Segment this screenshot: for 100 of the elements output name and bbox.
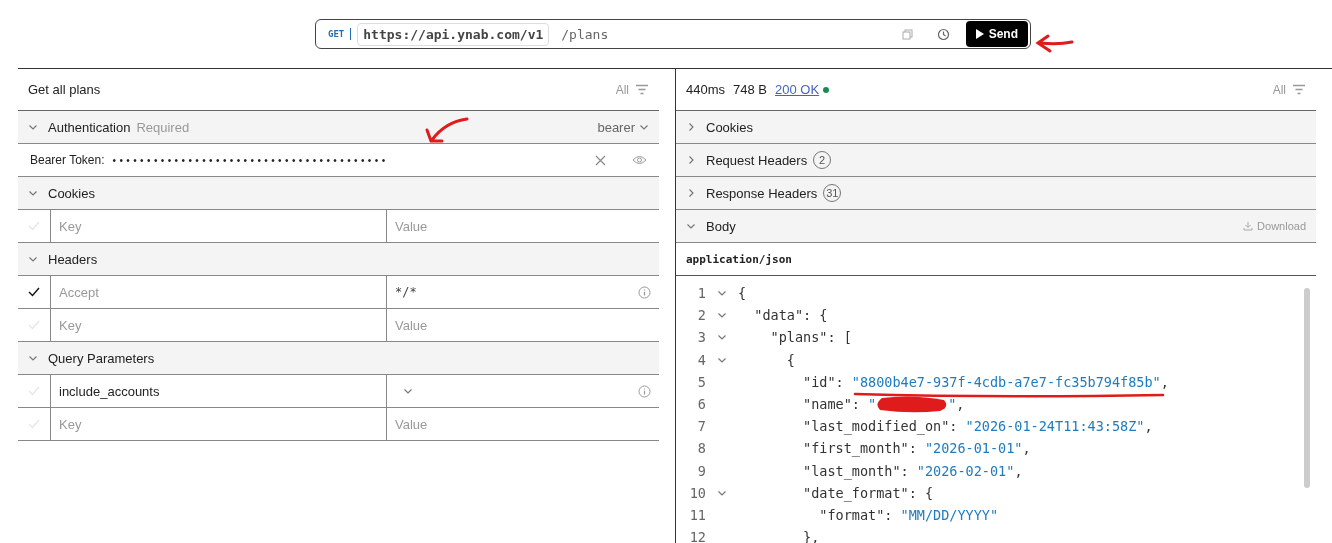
value-field[interactable]: Value (395, 416, 651, 432)
section-title: Body (706, 218, 736, 234)
json-punctuation: : (835, 373, 845, 390)
json-punctuation: : { (908, 484, 934, 501)
method-label[interactable]: GET (328, 29, 345, 39)
json-key: "last_modified_on" (738, 418, 950, 435)
json-punctuation: , (1022, 440, 1031, 457)
chevron-icon (686, 122, 696, 132)
json-string: "8800b4e7-937f-4cdb-a7e7-fc35b794f85b" (851, 373, 1161, 390)
section-header[interactable]: Headers (18, 243, 659, 276)
json-string: " (868, 396, 877, 413)
filter-icon (635, 84, 649, 95)
json-string: " (948, 396, 957, 413)
json-punctuation: : (884, 506, 894, 523)
json-key: "format" (738, 506, 885, 523)
json-string: "2026-01-01" (924, 440, 1023, 457)
caret-icon (639, 122, 649, 132)
scrollbar[interactable] (1304, 288, 1310, 488)
annotation-arrow (1036, 34, 1074, 53)
required-label: Required (136, 119, 190, 135)
chevron-icon (686, 188, 696, 198)
line-number: 5 (696, 373, 706, 390)
chevron-icon (686, 155, 696, 165)
response-size: 748 B (733, 82, 767, 97)
section-header[interactable]: Response Headers 31 (676, 177, 1316, 210)
json-punctuation: : { (803, 307, 828, 324)
section-title: Authentication (48, 119, 131, 135)
filter-icon (1292, 84, 1306, 95)
copy-icon[interactable] (901, 28, 913, 40)
line-number: 7 (696, 418, 706, 435)
key-field[interactable]: Key (59, 416, 378, 432)
json-punctuation: : (949, 418, 959, 435)
header-value[interactable]: */* (395, 285, 638, 299)
line-number: 6 (696, 396, 706, 413)
token-field[interactable]: •••••••••••••••••••••••••••••••••••••••• (112, 154, 587, 166)
value-field[interactable]: Value (395, 218, 651, 234)
json-punctuation: , (1144, 418, 1153, 435)
url-bar[interactable]: GET https://api.ynab.com/v1 /plans Send (315, 19, 1031, 49)
chevron-icon (28, 188, 38, 198)
section-header[interactable]: Authentication Required bearer (18, 111, 659, 144)
json-string: "2026-01-24T11:43:58Z" (965, 418, 1145, 435)
section-header[interactable]: Query Parameters (18, 342, 659, 375)
line-number: 1 (696, 285, 706, 302)
line-number: 11 (688, 506, 706, 523)
key-field[interactable]: Key (59, 317, 378, 333)
json-punctuation: : (851, 396, 861, 413)
json-key: "last_month" (738, 462, 901, 479)
checkbox[interactable] (28, 287, 40, 297)
status-dot (823, 86, 830, 93)
base-url[interactable]: https://api.ynab.com/v1 (357, 22, 550, 46)
chevron-icon (28, 254, 38, 264)
json-key: "plans" (738, 329, 828, 346)
chevron-icon (28, 353, 38, 363)
line-number: 9 (696, 462, 706, 479)
section-header[interactable]: Cookies (18, 177, 659, 210)
json-punctuation: , (956, 396, 965, 413)
json-punctuation: : (908, 440, 918, 457)
section-title: Response Headers (706, 185, 818, 201)
section-title: Headers (48, 251, 98, 267)
download-icon (1243, 221, 1254, 231)
chevron-icon (686, 221, 696, 231)
content-type: application/json (686, 252, 792, 266)
section-title: Query Parameters (48, 350, 155, 366)
json-string: "MM/DD/YYYY" (900, 506, 999, 523)
key-field[interactable]: Key (59, 218, 378, 234)
json-key: "id" (738, 373, 836, 390)
status-link[interactable]: 200 OK (775, 82, 820, 97)
path-text[interactable]: /plans (561, 26, 896, 42)
line-number: 4 (696, 351, 706, 368)
send-button[interactable]: Send (965, 21, 1028, 47)
json-punctuation: , (1014, 462, 1023, 479)
json-punctuation: : (900, 462, 910, 479)
json-punctuation: { (785, 351, 795, 368)
play-icon (975, 29, 984, 39)
annotation-arrow (425, 117, 469, 143)
json-key: "date_format" (738, 484, 909, 501)
line-number: 3 (696, 329, 706, 346)
field-label: Bearer Token: (30, 153, 105, 167)
auth-type-dropdown[interactable]: bearer (597, 119, 649, 135)
line-number: 10 (688, 484, 706, 501)
line-number: 2 (696, 307, 706, 324)
line-number: 12 (688, 529, 706, 543)
section-header[interactable]: Request Headers 2 (676, 144, 1316, 177)
section-title: Cookies (48, 185, 95, 201)
line-number: 8 (696, 440, 706, 457)
section-title: Request Headers (706, 152, 808, 168)
param-key: include_accounts (59, 383, 160, 399)
history-icon[interactable] (936, 27, 950, 41)
section-title: Cookies (706, 119, 753, 135)
json-key: "name" (738, 396, 852, 413)
json-string: "2026-02-01" (916, 462, 1015, 479)
dropdown-caret-icon (403, 386, 413, 396)
close-icon[interactable] (595, 154, 606, 166)
value-field[interactable]: Value (395, 317, 651, 333)
eye-icon[interactable] (632, 155, 647, 165)
section-header[interactable]: Cookies (676, 111, 1316, 144)
response-time: 440ms (686, 82, 726, 97)
json-punctuation: { (738, 285, 747, 302)
json-punctuation: : [ (827, 329, 852, 346)
section-header[interactable]: Body Download (676, 210, 1316, 243)
